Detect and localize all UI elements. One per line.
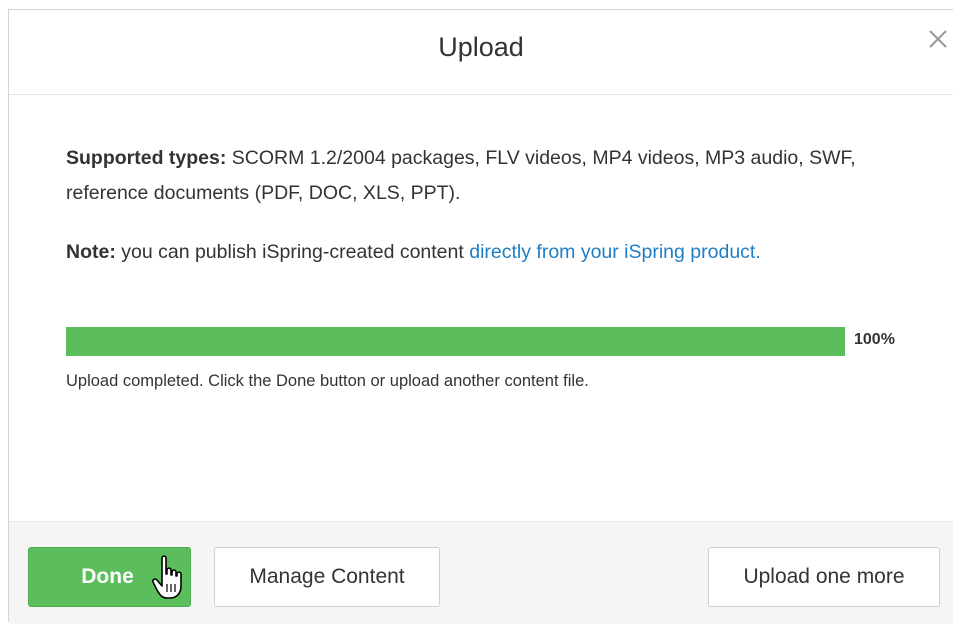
upload-progress-percent: 100% [854,331,895,348]
note-label: Note: [66,241,116,263]
dialog-footer: Done Manage Content Upload one more [9,521,953,624]
close-icon[interactable] [923,24,953,54]
done-button-label: Done [81,565,134,588]
upload-status-text: Upload completed. Click the Done button … [66,372,589,390]
note-body: you can publish iSpring-created content [115,241,470,263]
supported-types-label: Supported types: [66,147,227,169]
publish-directly-link[interactable]: directly from your iSpring product [469,241,755,263]
upload-progress-fill [66,327,845,356]
note-link-period: . [755,241,761,263]
dialog-header: Upload [9,10,953,95]
note-text: Note: you can publish iSpring-created co… [66,235,896,270]
upload-dialog: Upload Supported types: SCORM 1.2/2004 p… [8,9,953,624]
supported-types-text: Supported types: SCORM 1.2/2004 packages… [66,141,896,211]
upload-progress-bar [66,327,845,356]
upload-one-more-button[interactable]: Upload one more [708,547,940,607]
manage-content-button[interactable]: Manage Content [214,547,440,607]
hand-pointer-icon [152,554,186,602]
dialog-title: Upload [438,32,524,62]
